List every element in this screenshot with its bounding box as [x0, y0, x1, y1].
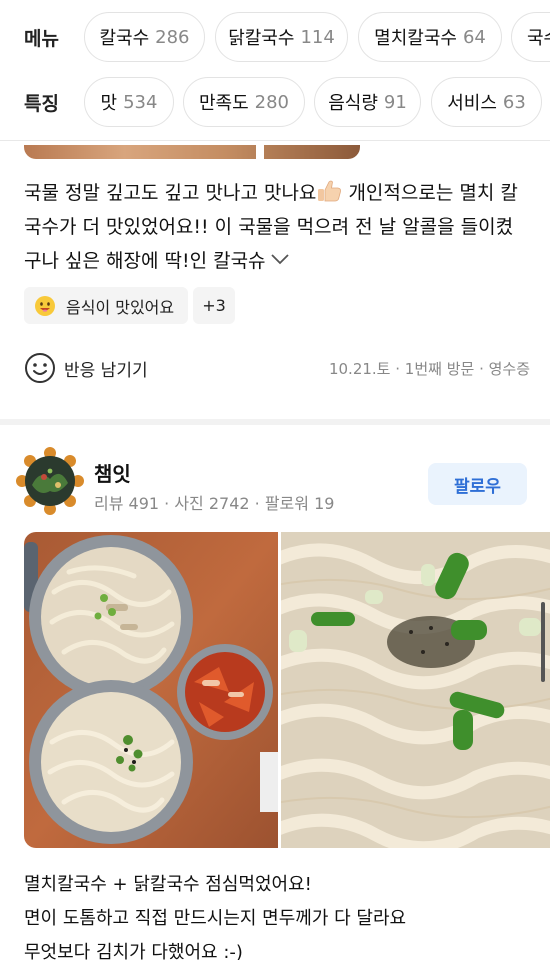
- reviewer-name[interactable]: 챔잇: [94, 458, 131, 487]
- chip-name: 멸치칼국수: [374, 28, 457, 49]
- feature-filter-label: 특징: [24, 92, 59, 115]
- photo-gap: [256, 145, 264, 159]
- chip-count: 286: [155, 26, 190, 48]
- chip-name: 칼국수: [99, 28, 150, 49]
- feature-filter-row: 특징 맛 534 만족도 280 음식량 91 서비스 63: [0, 77, 550, 127]
- chip-count: 114: [300, 26, 335, 48]
- feature-chip-service[interactable]: 서비스 63: [431, 77, 542, 127]
- leave-reaction-button[interactable]: 반응 남기기: [64, 356, 148, 381]
- feature-chip-satisfaction[interactable]: 만족도 280: [183, 77, 305, 127]
- tag-more-label: +3: [202, 296, 226, 315]
- tag-label: 음식이 맛있어요: [66, 297, 175, 317]
- chip-count: 91: [383, 91, 407, 113]
- review-photo-noodle-closeup[interactable]: [281, 532, 550, 848]
- reaction-row: 반응 남기기 10.21.토 · 1번째 방문 · 영수증: [24, 350, 530, 386]
- chip-name: 서비스: [447, 93, 497, 114]
- chip-count: 64: [462, 26, 486, 48]
- chip-name: 만족도: [198, 93, 249, 114]
- section-separator: [0, 419, 550, 425]
- chip-count: 280: [254, 91, 290, 113]
- smile-icon[interactable]: [24, 352, 56, 384]
- menu-chip-guksu[interactable]: 국수: [511, 12, 550, 62]
- chip-count: 63: [502, 91, 526, 113]
- review-text[interactable]: 국물 정말 깊고도 깊고 맛나고 맛나요 개인적으로는 멸치 칼국수가 더 맛있…: [24, 176, 524, 278]
- menu-chip-chicken-kalguksu[interactable]: 닭칼국수 114: [215, 12, 348, 62]
- chip-count: 534: [123, 91, 158, 113]
- header-divider: [0, 140, 550, 141]
- feature-chip-portion[interactable]: 음식량 91: [314, 77, 421, 127]
- review-photo-noodle-bowls[interactable]: [24, 532, 278, 848]
- chip-name: 맛: [100, 93, 118, 114]
- review-text-part1: 국물 정말 깊고도 깊고 맛나고 맛나요: [24, 182, 317, 204]
- tag-food-delicious[interactable]: 음식이 맛있어요: [24, 287, 188, 324]
- avatar[interactable]: [14, 445, 86, 517]
- menu-filter-label: 메뉴: [24, 27, 59, 50]
- review-2-text[interactable]: 멸치칼국수 + 닭칼국수 점심먹었어요! 면이 도톰하고 직접 만드시는지 면두…: [24, 868, 534, 960]
- chip-name: 닭칼국수: [228, 28, 295, 49]
- review-2-line: 무엇보다 김치가 다했어요 :-): [24, 942, 243, 960]
- menu-chip-kalguksu[interactable]: 칼국수 286: [84, 12, 205, 62]
- thumbs-up-icon: [318, 180, 342, 202]
- feature-chip-taste[interactable]: 맛 534: [84, 77, 174, 127]
- chip-name: 음식량: [328, 93, 378, 114]
- smiling-face-icon: [35, 295, 55, 316]
- menu-filter-row: 메뉴 칼국수286 닭칼국수114 멸치칼국수64 국수: [0, 12, 550, 62]
- visit-meta: 10.21.토 · 1번째 방문 · 영수증: [328, 359, 530, 378]
- chip-name: 국수: [527, 28, 550, 49]
- tag-more[interactable]: +3: [193, 287, 235, 324]
- review-2-line: 멸치칼국수 + 닭칼국수 점심먹었어요!: [24, 874, 312, 895]
- review-2-line: 면이 도톰하고 직접 만드시는지 면두께가 다 달라요: [24, 908, 407, 929]
- chevron-down-icon[interactable]: [270, 252, 290, 266]
- previous-review-photo[interactable]: [24, 145, 360, 159]
- follow-button[interactable]: 팔로우: [428, 463, 527, 505]
- menu-chip-anchovy-kalguksu[interactable]: 멸치칼국수 64: [358, 12, 502, 62]
- reviewer-stats: 리뷰 491 · 사진 2742 · 팔로워 19: [94, 494, 335, 513]
